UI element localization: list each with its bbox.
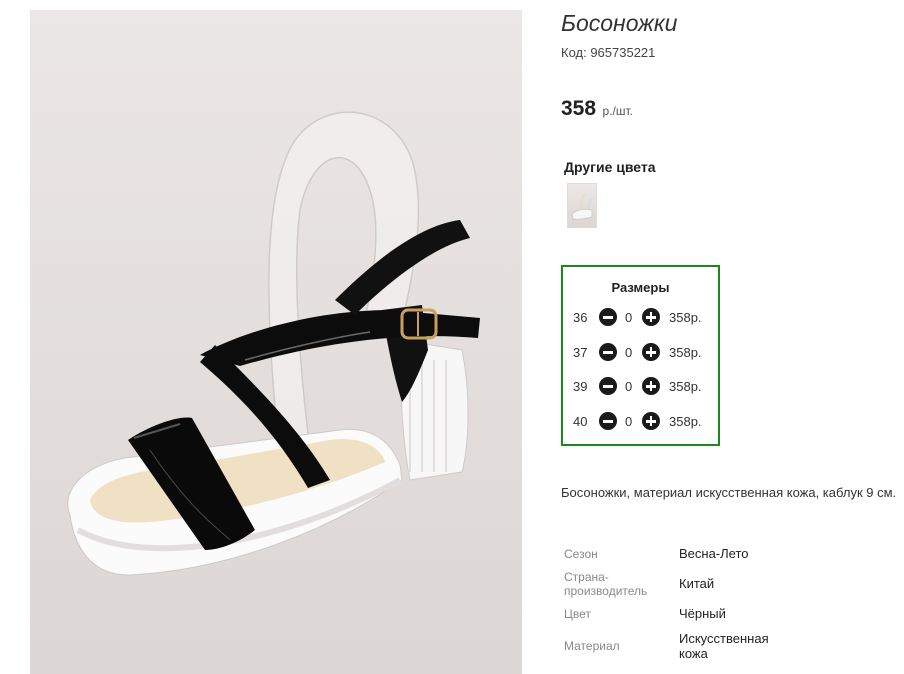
minus-circle-icon [603,351,613,354]
size-label: 37 [573,345,588,360]
decrease-qty-button[interactable] [599,377,617,395]
product-price: 358 р./шт. [561,97,633,121]
sizes-panel: Размеры 36 0 358р. 37 0 358р. 39 0 358р.… [561,265,720,446]
spec-label: Страна-производитель [564,570,648,598]
size-price: 358р. [669,379,702,394]
color-thumbnail[interactable] [567,183,597,228]
spec-label: Материал [564,639,620,653]
spec-value: Китай [679,576,715,591]
decrease-qty-button[interactable] [599,308,617,326]
sizes-title: Размеры [611,280,670,295]
spec-value: Весна-Лето [679,546,749,561]
increase-qty-button[interactable] [642,412,660,430]
size-label: 40 [573,414,588,429]
product-title: Босоножки [561,10,678,36]
decrease-qty-button[interactable] [599,343,617,361]
decrease-qty-button[interactable] [599,412,617,430]
size-price: 358р. [669,345,702,360]
increase-qty-button[interactable] [642,343,660,361]
size-quantity: 0 [625,345,633,360]
size-quantity: 0 [625,310,633,325]
size-row: 40 0 358р. [563,412,718,432]
product-photo[interactable] [30,10,522,674]
sandal-thumbnail-icon [571,193,593,220]
size-row: 37 0 358р. [563,343,718,363]
increase-qty-button[interactable] [642,308,660,326]
minus-circle-icon [603,420,613,423]
sandal-image [67,111,480,576]
size-price: 358р. [669,310,702,325]
spec-value: Чёрный [679,606,726,621]
price-unit: р./шт. [602,104,633,118]
spec-value: Искусственная кожа [679,631,769,661]
spec-label: Цвет [564,607,591,621]
size-row: 39 0 358р. [563,377,718,397]
minus-circle-icon [603,385,613,388]
other-colors-label: Другие цвета [564,159,656,175]
product-code: Код: 965735221 [561,45,656,60]
size-price: 358р. [669,414,702,429]
minus-circle-icon [603,316,613,319]
size-quantity: 0 [625,414,633,429]
size-label: 39 [573,379,588,394]
spec-label: Сезон [564,547,598,561]
size-row: 36 0 358р. [563,308,718,328]
product-description: Босоножки, материал искусственная кожа, … [561,485,897,500]
price-value: 358 [561,97,597,120]
size-label: 36 [573,310,588,325]
increase-qty-button[interactable] [642,377,660,395]
size-quantity: 0 [625,379,633,394]
